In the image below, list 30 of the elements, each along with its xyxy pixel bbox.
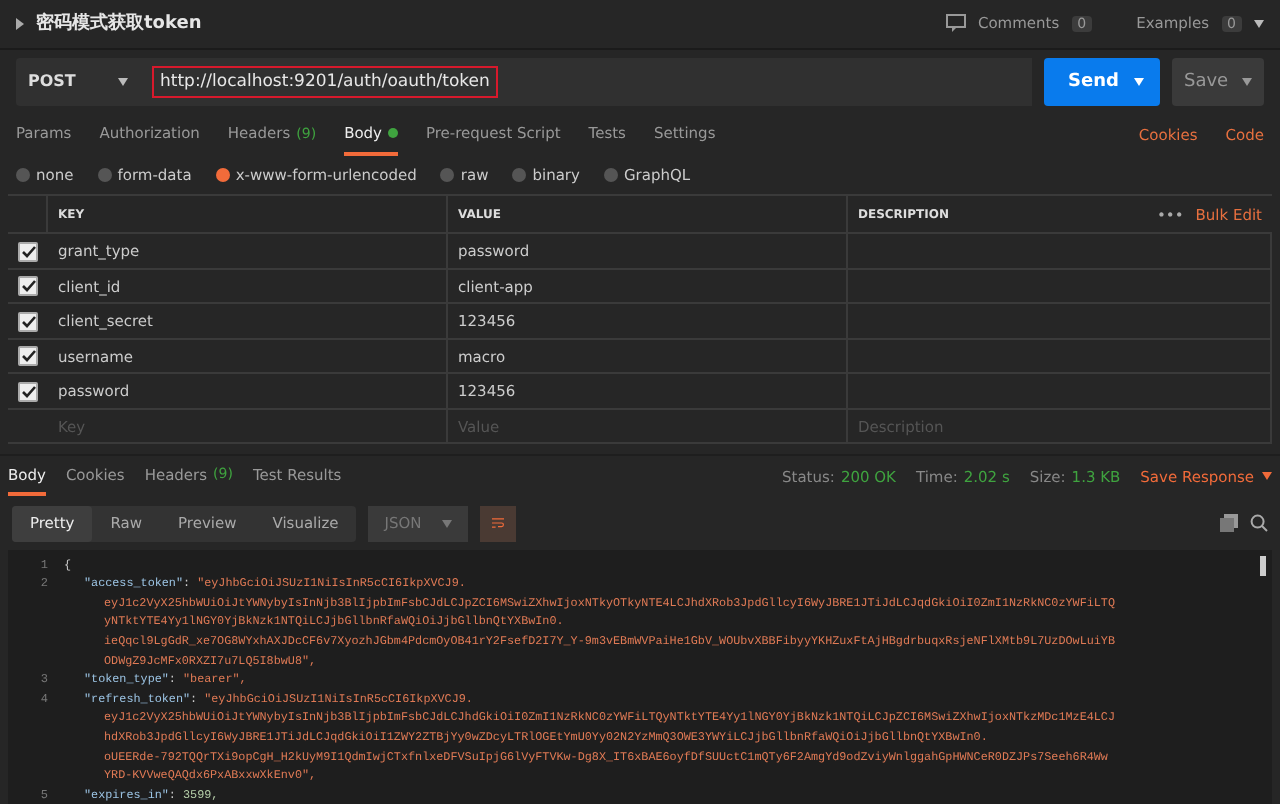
radio-icon[interactable] (97, 168, 112, 183)
scrollbar (1260, 556, 1266, 577)
radio-icon[interactable] (16, 168, 30, 183)
send-button[interactable]: Send (1044, 57, 1160, 106)
comment-icon (945, 14, 966, 33)
radio-icon[interactable] (512, 168, 527, 183)
wrap-lines-icon (491, 514, 504, 533)
search-icon[interactable] (1250, 514, 1268, 533)
checkbox[interactable] (18, 276, 38, 297)
caret-icon (441, 519, 452, 528)
caret-icon (1262, 472, 1272, 481)
method-select[interactable]: POST (16, 57, 140, 106)
caret-right-icon[interactable] (16, 17, 24, 30)
radio-icon[interactable] (603, 168, 618, 183)
checkbox[interactable] (18, 346, 38, 367)
wrap-button[interactable] (479, 505, 516, 542)
checkbox[interactable] (18, 381, 38, 402)
url-field[interactable]: http://localhost:9201/auth/oauth/token (140, 57, 1032, 106)
caret-icon (1134, 77, 1144, 86)
copy-icon[interactable] (1220, 514, 1238, 533)
radio-icon[interactable] (440, 168, 455, 183)
caret-icon (1242, 77, 1252, 86)
radio-icon[interactable] (215, 168, 230, 183)
request-title: 密码模式获取token (36, 10, 204, 37)
url-text: http://localhost:9201/auth/oauth/token (152, 65, 498, 98)
checkbox[interactable] (18, 241, 38, 262)
caret-icon (1254, 19, 1264, 28)
save-button[interactable]: Save (1172, 57, 1264, 106)
caret-icon (118, 77, 128, 86)
checkbox[interactable] (18, 311, 38, 332)
